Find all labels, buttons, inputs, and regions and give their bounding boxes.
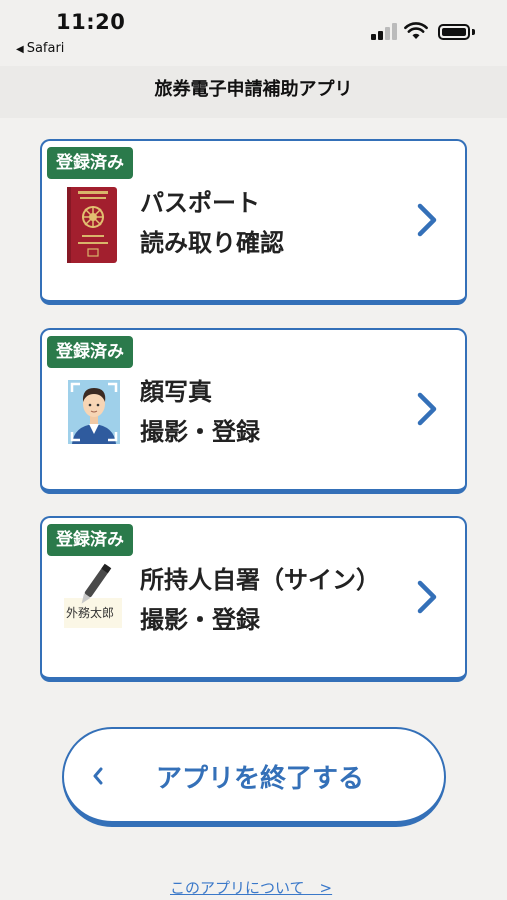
registered-badge: 登録済み	[47, 147, 133, 179]
signature-sample-text: 外務太郎	[66, 606, 115, 620]
card-title-line1: パスポート	[140, 189, 260, 217]
back-arrow-icon: ◀	[16, 44, 24, 55]
face-photo-icon	[68, 380, 120, 444]
exit-app-button[interactable]: アプリを終了する	[62, 727, 446, 827]
passport-read-card[interactable]: 登録済み パスポート 読み取り確認	[40, 139, 467, 305]
signature-icon: 外務太郎	[62, 562, 126, 638]
registered-badge: 登録済み	[47, 336, 133, 368]
card-title-line1: 顔写真	[140, 378, 212, 406]
back-to-safari-link[interactable]: ◀ Safari	[16, 41, 64, 56]
back-app-label: Safari	[26, 41, 65, 56]
exit-app-label: アプリを終了する	[155, 764, 364, 794]
card-title-line2: 撮影・登録	[140, 418, 260, 446]
face-photo-card[interactable]: 登録済み 顔写真 撮影・登録	[40, 328, 467, 494]
nav-bar: 旅券電子申請補助アプリ	[0, 66, 507, 118]
status-bar: 11:20 ◀ Safari	[0, 0, 507, 66]
signature-card[interactable]: 登録済み 外務太郎 所持人自署（サイン） 撮影・登録	[40, 516, 467, 682]
card-title-line2: 読み取り確認	[140, 229, 284, 257]
chevron-right-icon	[417, 203, 437, 237]
wifi-icon	[404, 22, 428, 39]
chevron-right-icon	[417, 392, 437, 426]
about-app-link[interactable]: このアプリについて >	[170, 877, 332, 898]
registered-badge: 登録済み	[47, 524, 133, 556]
card-title: パスポート 読み取り確認	[140, 183, 284, 263]
passport-icon	[67, 187, 117, 263]
card-title-line1: 所持人自署（サイン）	[140, 566, 380, 594]
status-time: 11:20	[56, 10, 126, 34]
card-title: 所持人自署（サイン） 撮影・登録	[140, 560, 380, 640]
card-title-line2: 撮影・登録	[140, 606, 260, 634]
cellular-signal-icon	[371, 22, 397, 40]
chevron-right-icon	[417, 580, 437, 614]
page-title: 旅券電子申請補助アプリ	[154, 79, 353, 100]
card-title: 顔写真 撮影・登録	[140, 372, 260, 452]
battery-icon	[438, 24, 470, 40]
